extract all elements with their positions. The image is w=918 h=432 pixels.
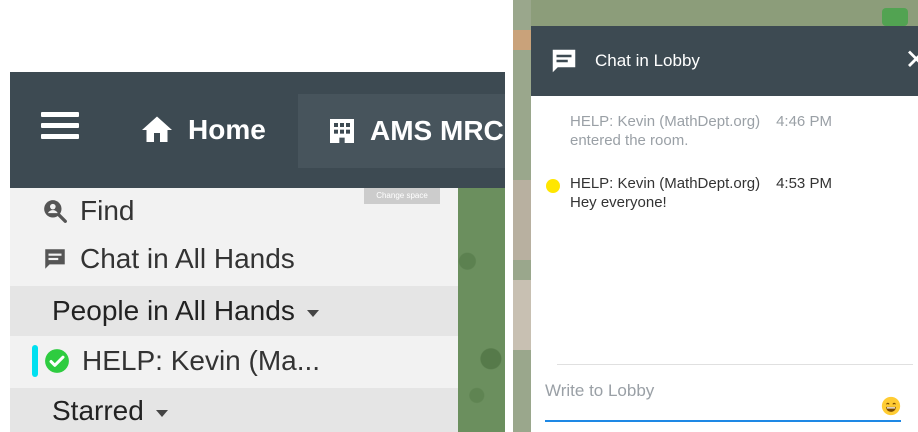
caret-down-icon — [155, 409, 168, 417]
message-time: 4:46 PM — [776, 113, 832, 130]
change-space-button[interactable]: Change space — [364, 188, 440, 204]
message-time: 4:53 PM — [776, 175, 832, 192]
starred-label: Starred — [52, 395, 144, 426]
space-button[interactable]: AMS MRC — [298, 94, 505, 168]
person-name: HELP: Kevin (Ma... — [82, 345, 321, 376]
close-icon[interactable]: ✕ — [905, 46, 918, 74]
starred-section-header[interactable]: Starred — [10, 388, 458, 432]
chat-composer — [545, 376, 901, 422]
map-background-strip — [513, 0, 531, 432]
search-person-icon — [42, 198, 68, 224]
chat-bubble-icon — [42, 246, 68, 272]
app-sidebar-panel: Home AMS MRC Find Chat in All Hands Peop… — [0, 0, 505, 432]
message-author: HELP: Kevin (MathDept.org) — [570, 113, 761, 130]
chat-title: Chat in Lobby — [595, 51, 700, 70]
message-author: HELP: Kevin (MathDept.org) — [570, 175, 761, 192]
emoji-smile-icon[interactable] — [881, 396, 901, 416]
map-view[interactable] — [458, 188, 505, 432]
chat-window: Chat in Lobby ✕ HELP: Kevin (MathDept.or… — [531, 26, 918, 432]
check-circle-icon — [44, 348, 70, 374]
chat-all-hands-item[interactable]: Chat in All Hands — [10, 234, 458, 284]
people-section-header[interactable]: People in All Hands — [10, 286, 458, 336]
chat-bubble-icon — [552, 49, 576, 73]
hamburger-menu-icon[interactable] — [41, 112, 79, 146]
chat-header: Chat in Lobby ✕ — [531, 26, 918, 96]
top-navigation-bar: Home AMS MRC — [10, 72, 505, 188]
home-button[interactable]: Home — [138, 110, 266, 150]
message-text: Hey everyone! — [570, 194, 667, 211]
space-label: AMS MRC — [370, 115, 504, 146]
people-label: People in All Hands — [52, 295, 295, 326]
home-label: Home — [188, 114, 266, 145]
lobby-chat-area: Chat in Lobby ✕ HELP: Kevin (MathDept.or… — [513, 0, 918, 432]
chat-message-input[interactable] — [545, 376, 865, 406]
chat-message-system: HELP: Kevin (MathDept.org) 4:46 PM enter… — [570, 112, 918, 150]
chat-all-hands-label: Chat in All Hands — [80, 243, 295, 274]
find-label: Find — [80, 195, 135, 226]
chat-message: HELP: Kevin (MathDept.org) 4:53 PM Hey e… — [570, 174, 918, 212]
building-icon — [330, 119, 354, 143]
user-status-dot — [546, 179, 560, 193]
home-icon — [142, 116, 172, 142]
person-list-item[interactable]: HELP: Kevin (Ma... — [10, 336, 458, 386]
sidebar-list: Find Chat in All Hands People in All Han… — [10, 188, 458, 432]
map-background-top — [513, 0, 918, 26]
caret-down-icon — [306, 309, 319, 317]
talking-indicator — [32, 345, 38, 377]
message-text: entered the room. — [570, 132, 689, 149]
